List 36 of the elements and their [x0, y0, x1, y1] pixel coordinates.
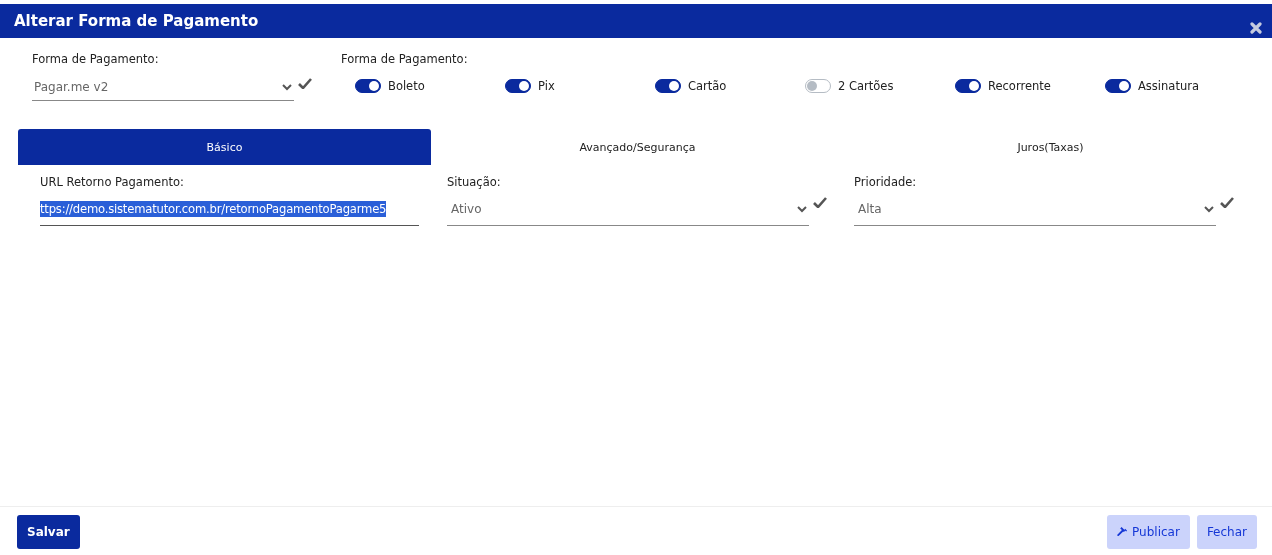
publish-button[interactable]: Publicar [1107, 515, 1190, 549]
select-field[interactable]: Pagar.me v2 [32, 74, 294, 101]
toggle-label: Cartão [688, 79, 727, 93]
window-title: Alterar Forma de Pagamento [14, 12, 259, 30]
toggle-label: 2 Cartões [838, 79, 894, 93]
field-label: URL Retorno Pagamento: [40, 175, 185, 191]
toggle-label: Assinatura [1138, 79, 1199, 93]
gavel-icon [1117, 526, 1129, 538]
field-label: Forma de Pagamento: [341, 52, 469, 68]
close-button[interactable]: Fechar [1196, 515, 1257, 549]
toggle-switch[interactable] [805, 79, 831, 93]
caret-icon [282, 83, 292, 91]
select-field[interactable]: Alta [854, 193, 1216, 226]
toggle-label: Pix [538, 79, 555, 93]
field-label: Forma de Pagamento: [32, 52, 160, 68]
toggle-switch[interactable] [505, 79, 531, 93]
input-field[interactable]: ttps://demo.sistematutor.com.br/retornoPagamentoPagarme5 [40, 193, 419, 226]
select-field[interactable]: Ativo [447, 193, 809, 226]
toggle-label: Recorrente [988, 79, 1051, 93]
toggle-switch[interactable] [355, 79, 381, 93]
toggle-switch[interactable] [655, 79, 681, 93]
field-label: Prioridade: [854, 175, 918, 191]
check-icon [298, 78, 312, 89]
close-icon[interactable] [1250, 22, 1262, 34]
caret-icon [797, 205, 807, 213]
tab[interactable]: Juros(Taxas) [844, 129, 1257, 165]
check-icon [813, 197, 827, 208]
caret-icon [1204, 205, 1214, 213]
tab[interactable]: Básico [18, 129, 431, 165]
toggle-label: Boleto [388, 79, 425, 93]
tab[interactable]: Avançado/Segurança [431, 129, 844, 165]
check-icon [1220, 197, 1234, 208]
toggle-switch[interactable] [1105, 79, 1131, 93]
toggle-switch[interactable] [955, 79, 981, 93]
field-label: Situação: [447, 175, 502, 191]
save-button[interactable]: Salvar [17, 515, 80, 549]
